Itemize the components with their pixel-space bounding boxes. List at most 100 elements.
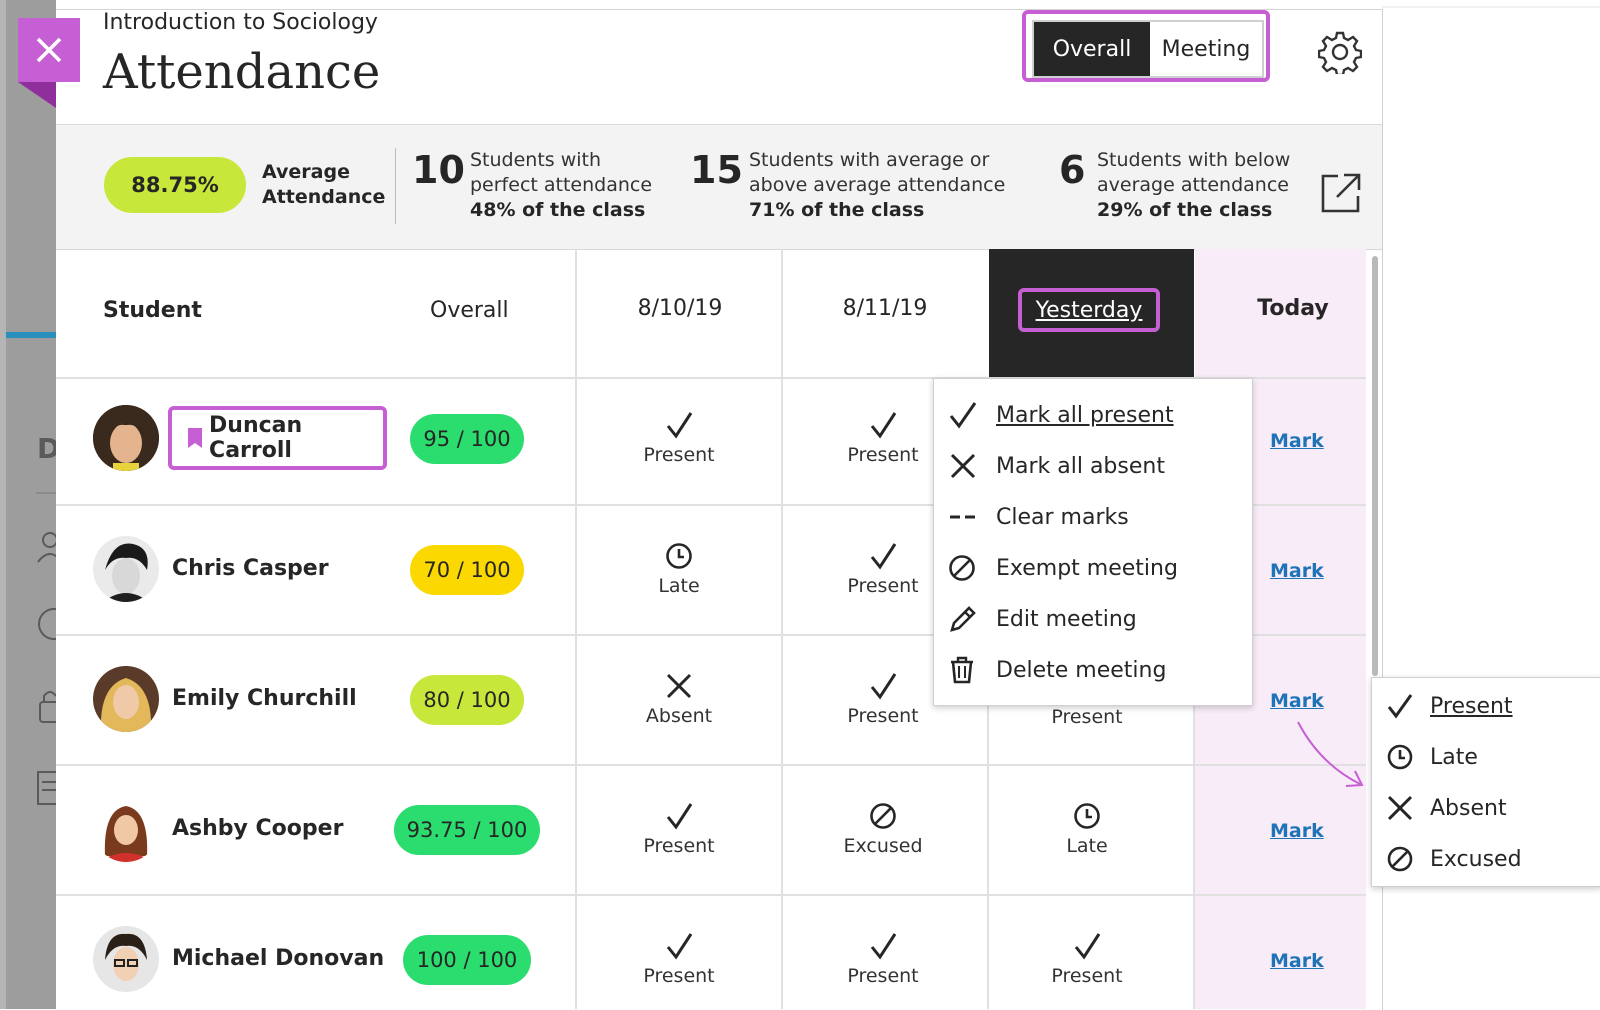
overall-score: 100 / 100	[403, 935, 531, 985]
attendance-cell[interactable]: Late	[577, 541, 781, 597]
clipboard-icon	[37, 771, 56, 805]
avatar	[93, 405, 159, 471]
student-name[interactable]: Michael Donovan	[172, 946, 384, 971]
menu-clear-marks[interactable]: Clear marks	[948, 501, 1129, 533]
mark-option-excused[interactable]: Excused	[1386, 843, 1522, 875]
attendance-cell[interactable]: Present	[577, 931, 781, 987]
meeting-options-menu: Mark all present Mark all absent Clear m…	[933, 378, 1253, 706]
perfect-stat: Students with perfect attendance 48% of t…	[470, 149, 653, 221]
average-attendance-label: Average Attendance	[262, 161, 386, 208]
student-name-duncan-carroll[interactable]: Duncan Carroll	[168, 406, 387, 470]
row-divider	[56, 894, 1366, 896]
avatar	[93, 926, 159, 992]
course-name: Introduction to Sociology	[103, 10, 378, 35]
page-title: Attendance	[103, 44, 381, 100]
lock-icon	[39, 691, 56, 723]
menu-edit-meeting[interactable]: Edit meeting	[948, 603, 1137, 635]
check-icon	[870, 412, 897, 439]
bookmark-icon	[188, 428, 202, 448]
mark-option-late[interactable]: Late	[1386, 741, 1478, 773]
x-icon	[1387, 795, 1413, 821]
pencil-icon	[950, 606, 976, 632]
background-shade	[6, 0, 56, 1009]
excused-icon	[870, 803, 896, 829]
stats-divider	[395, 148, 396, 224]
person-icon	[37, 532, 56, 563]
x-icon	[666, 673, 692, 699]
export-icon[interactable]	[1320, 172, 1362, 214]
mark-link[interactable]: Mark	[1270, 820, 1324, 842]
mark-option-absent[interactable]: Absent	[1386, 792, 1507, 824]
header-8-11-19[interactable]: 8/11/19	[783, 296, 987, 321]
below-stat: Students with below average attendance 29…	[1097, 149, 1291, 221]
menu-mark-all-absent[interactable]: Mark all absent	[948, 450, 1165, 482]
mark-link[interactable]: Mark	[1270, 430, 1324, 452]
check-icon	[1074, 933, 1101, 960]
background-page: D	[0, 0, 60, 1009]
excused-icon	[949, 555, 975, 581]
attendance-cell[interactable]: Present	[577, 801, 781, 857]
mark-options-menu: Present Late Absent Excused	[1371, 677, 1600, 887]
check-icon	[666, 803, 693, 830]
overall-score: 80 / 100	[410, 675, 524, 725]
row-divider	[56, 764, 1366, 766]
excused-icon	[1387, 846, 1413, 872]
toggle-meeting[interactable]: Meeting	[1150, 22, 1262, 76]
avatar	[93, 666, 159, 732]
view-toggle[interactable]: Overall Meeting	[1032, 20, 1264, 78]
background-divider	[36, 492, 56, 494]
check-icon	[1387, 694, 1413, 719]
overall-score: 93.75 / 100	[394, 805, 540, 855]
mark-option-present[interactable]: Present	[1386, 690, 1513, 722]
attendance-cell[interactable]: Present	[985, 706, 1189, 728]
avatar	[93, 796, 159, 862]
student-name[interactable]: Chris Casper	[172, 556, 329, 581]
check-icon	[870, 933, 897, 960]
check-icon	[666, 412, 693, 439]
mark-link[interactable]: Mark	[1270, 690, 1324, 712]
mark-link[interactable]: Mark	[1270, 950, 1324, 972]
mark-link[interactable]: Mark	[1270, 560, 1324, 582]
attendance-cell[interactable]: Late	[985, 801, 1189, 857]
above-count: 15	[690, 148, 743, 192]
perfect-count: 10	[412, 148, 465, 192]
below-count: 6	[1059, 148, 1086, 192]
annotation-arrow	[1297, 721, 1364, 787]
student-name[interactable]: Ashby Cooper	[172, 816, 343, 841]
menu-delete-meeting[interactable]: Delete meeting	[948, 654, 1166, 686]
close-icon	[36, 37, 62, 63]
check-icon	[949, 402, 977, 429]
menu-mark-all-present[interactable]: Mark all present	[948, 399, 1174, 431]
close-button[interactable]	[18, 18, 80, 82]
info-icon	[38, 608, 56, 640]
header-student[interactable]: Student	[103, 298, 202, 323]
average-attendance-value: 88.75%	[104, 157, 246, 213]
header-overall[interactable]: Overall	[430, 298, 509, 323]
close-tab-fold	[18, 82, 56, 108]
dash-icon	[950, 515, 975, 519]
background-accent-bar	[6, 332, 56, 338]
menu-exempt-meeting[interactable]: Exempt meeting	[948, 552, 1178, 584]
attendance-cell[interactable]: Excused	[781, 801, 985, 857]
trash-icon	[951, 656, 973, 684]
header-8-10-19[interactable]: 8/10/19	[578, 296, 782, 321]
attendance-cell[interactable]: Present	[781, 931, 985, 987]
header-yesterday[interactable]: Yesterday	[1018, 288, 1160, 332]
clock-icon	[1387, 744, 1413, 770]
clock-icon	[666, 543, 692, 569]
x-icon	[950, 453, 976, 479]
gear-icon[interactable]	[1318, 30, 1362, 74]
toggle-overall[interactable]: Overall	[1034, 22, 1150, 76]
clock-icon	[1074, 803, 1100, 829]
attendance-cell[interactable]: Absent	[577, 671, 781, 727]
header-today[interactable]: Today	[1195, 296, 1391, 321]
check-icon	[666, 933, 693, 960]
attendance-cell[interactable]: Present	[985, 931, 1189, 987]
avatar	[93, 536, 159, 602]
overall-score: 70 / 100	[410, 545, 524, 595]
overall-score: 95 / 100	[410, 414, 524, 464]
attendance-cell[interactable]: Present	[577, 410, 781, 466]
student-name[interactable]: Emily Churchill	[172, 686, 357, 711]
check-icon	[870, 673, 897, 700]
check-icon	[870, 543, 897, 570]
